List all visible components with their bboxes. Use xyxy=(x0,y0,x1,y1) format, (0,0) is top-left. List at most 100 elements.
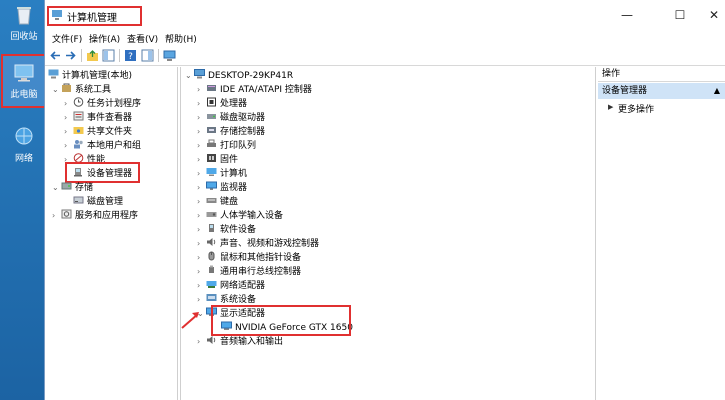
device-category[interactable]: › 音频输入和输出 xyxy=(197,335,283,348)
up-folder-icon[interactable] xyxy=(86,49,99,62)
device-tree: ⌄ DESKTOP-29KP41R › IDE ATA/ATAPI 控制器 › 处理器… xyxy=(180,67,596,400)
help-icon[interactable]: ? xyxy=(124,49,137,62)
chevron-right-icon[interactable]: › xyxy=(197,153,206,166)
chevron-right-icon[interactable]: › xyxy=(197,167,206,180)
chevron-right-icon[interactable]: › xyxy=(197,195,206,208)
tree-item-disk-management[interactable]: 磁盘管理 xyxy=(73,195,123,208)
device-category-label: 处理器 xyxy=(220,99,248,109)
chevron-right-icon[interactable]: › xyxy=(64,125,73,138)
tree-item-system-tools[interactable]: ⌄ 系统工具 xyxy=(52,83,111,96)
chevron-right-icon[interactable]: › xyxy=(197,139,206,152)
tree-item-services-apps[interactable]: › 服务和应用程序 xyxy=(52,209,138,222)
device-category[interactable]: › 声音、视频和游戏控制器 xyxy=(197,237,319,250)
recycle-bin-icon xyxy=(17,7,31,25)
desktop-icon-recycle-bin[interactable]: 回收站 xyxy=(3,4,45,42)
chevron-right-icon[interactable]: › xyxy=(52,209,61,222)
device-category-label: 声音、视频和游戏控制器 xyxy=(220,239,320,249)
tree-item-label: 事件查看器 xyxy=(87,113,133,123)
chevron-right-icon[interactable]: › xyxy=(64,97,73,110)
submenu-arrow-icon: ▶ xyxy=(608,103,614,111)
title-bar[interactable]: 计算机管理 — ☐ ✕ xyxy=(45,0,725,30)
chevron-right-icon[interactable]: › xyxy=(197,335,206,348)
tree-item-label: 存储 xyxy=(75,183,94,193)
back-arrow-icon[interactable] xyxy=(49,49,62,62)
chevron-right-icon[interactable]: › xyxy=(197,181,206,194)
desktop-icon-network[interactable]: 网络 xyxy=(3,126,45,164)
tree-item-label: 任务计划程序 xyxy=(87,99,142,109)
device-category[interactable]: › 处理器 xyxy=(197,97,247,110)
audio-io-icon xyxy=(207,336,216,344)
device-category-label: 计算机 xyxy=(220,169,248,179)
chevron-down-icon[interactable]: ⌄ xyxy=(185,69,194,82)
chevron-right-icon[interactable]: › xyxy=(197,209,206,222)
mouse-icon xyxy=(208,251,215,261)
chevron-right-icon[interactable]: › xyxy=(197,251,206,264)
close-button[interactable]: ✕ xyxy=(707,8,721,22)
minimize-button[interactable]: — xyxy=(620,8,634,22)
chevron-right-icon[interactable]: › xyxy=(197,111,206,124)
chevron-right-icon[interactable]: › xyxy=(64,111,73,124)
device-category[interactable]: › IDE ATA/ATAPI 控制器 xyxy=(197,83,312,96)
tree-item-local-users[interactable]: › 本地用户和组 xyxy=(64,139,141,152)
device-category-label: 鼠标和其他指针设备 xyxy=(220,253,302,263)
device-root-label: DESKTOP-29KP41R xyxy=(208,71,294,81)
forward-arrow-icon[interactable] xyxy=(64,49,77,62)
tree-item-event-viewer[interactable]: › 事件查看器 xyxy=(64,111,132,124)
menu-view[interactable]: 查看(V) xyxy=(127,32,158,45)
properties-icon[interactable] xyxy=(141,49,154,62)
device-category[interactable]: › 键盘 xyxy=(197,195,238,208)
svg-text:?: ? xyxy=(128,52,133,62)
menu-action[interactable]: 操作(A) xyxy=(89,32,120,45)
device-category[interactable]: › 鼠标和其他指针设备 xyxy=(197,251,301,264)
chevron-right-icon[interactable]: › xyxy=(197,293,206,306)
highlight-box-title xyxy=(47,6,142,26)
actions-section-device-manager[interactable]: 设备管理器 ▲ xyxy=(598,83,725,99)
device-category[interactable]: › 固件 xyxy=(197,153,238,166)
collapse-up-icon[interactable]: ▲ xyxy=(714,83,720,99)
software-device-icon xyxy=(209,224,214,232)
hid-icon xyxy=(206,212,217,217)
device-category-label: 软件设备 xyxy=(220,225,257,235)
tree-item-computer-management[interactable]: 计算机管理(本地) xyxy=(48,69,132,82)
services-icon xyxy=(61,209,72,219)
device-category-label: 通用串行总线控制器 xyxy=(220,267,302,277)
chevron-right-icon[interactable]: › xyxy=(197,279,206,292)
tree-item-storage[interactable]: ⌄ 存储 xyxy=(52,181,93,194)
chevron-right-icon[interactable]: › xyxy=(197,237,206,250)
device-category[interactable]: › 监视器 xyxy=(197,181,247,194)
chevron-right-icon[interactable]: › xyxy=(197,125,206,138)
maximize-button[interactable]: ☐ xyxy=(673,8,687,22)
menu-file[interactable]: 文件(F) xyxy=(52,32,82,45)
tree-item-label: 磁盘管理 xyxy=(87,197,124,207)
device-category[interactable]: › 磁盘驱动器 xyxy=(197,111,265,124)
desktop-icon-this-pc[interactable]: 此电脑 xyxy=(1,54,47,108)
storage-controller-icon xyxy=(207,127,216,133)
device-category[interactable]: › 计算机 xyxy=(197,167,247,180)
chevron-right-icon[interactable]: › xyxy=(64,139,73,152)
more-actions-link[interactable]: ▶ 更多操作 xyxy=(608,102,654,115)
chevron-right-icon[interactable]: › xyxy=(197,223,206,236)
menu-help[interactable]: 帮助(H) xyxy=(165,32,197,45)
device-root[interactable]: ⌄ DESKTOP-29KP41R xyxy=(185,69,293,82)
tree-item-shared-folders[interactable]: › 共享文件夹 xyxy=(64,125,132,138)
chevron-right-icon[interactable]: › xyxy=(197,97,206,110)
device-category[interactable]: › 网络适配器 xyxy=(197,279,265,292)
monitor-icon[interactable] xyxy=(163,49,176,62)
chevron-down-icon[interactable]: ⌄ xyxy=(52,181,61,194)
chevron-down-icon[interactable]: ⌄ xyxy=(52,83,61,96)
device-category[interactable]: › 人体学输入设备 xyxy=(197,209,283,222)
device-category[interactable]: › 通用串行总线控制器 xyxy=(197,265,301,278)
show-hide-tree-icon[interactable] xyxy=(102,49,115,62)
chevron-right-icon[interactable]: › xyxy=(197,265,206,278)
desktop-icon-label: 此电脑 xyxy=(10,90,38,100)
monitor-icon xyxy=(206,181,217,190)
tools-icon xyxy=(62,83,71,92)
chevron-right-icon[interactable]: › xyxy=(197,83,206,96)
tree-item-task-scheduler[interactable]: › 任务计划程序 xyxy=(64,97,141,110)
device-category[interactable]: › 存储控制器 xyxy=(197,125,265,138)
device-category[interactable]: › 打印队列 xyxy=(197,139,256,152)
clock-icon xyxy=(73,97,84,107)
tree-item-label: 共享文件夹 xyxy=(87,127,133,137)
device-category[interactable]: › 软件设备 xyxy=(197,223,256,236)
firmware-icon xyxy=(207,154,216,162)
